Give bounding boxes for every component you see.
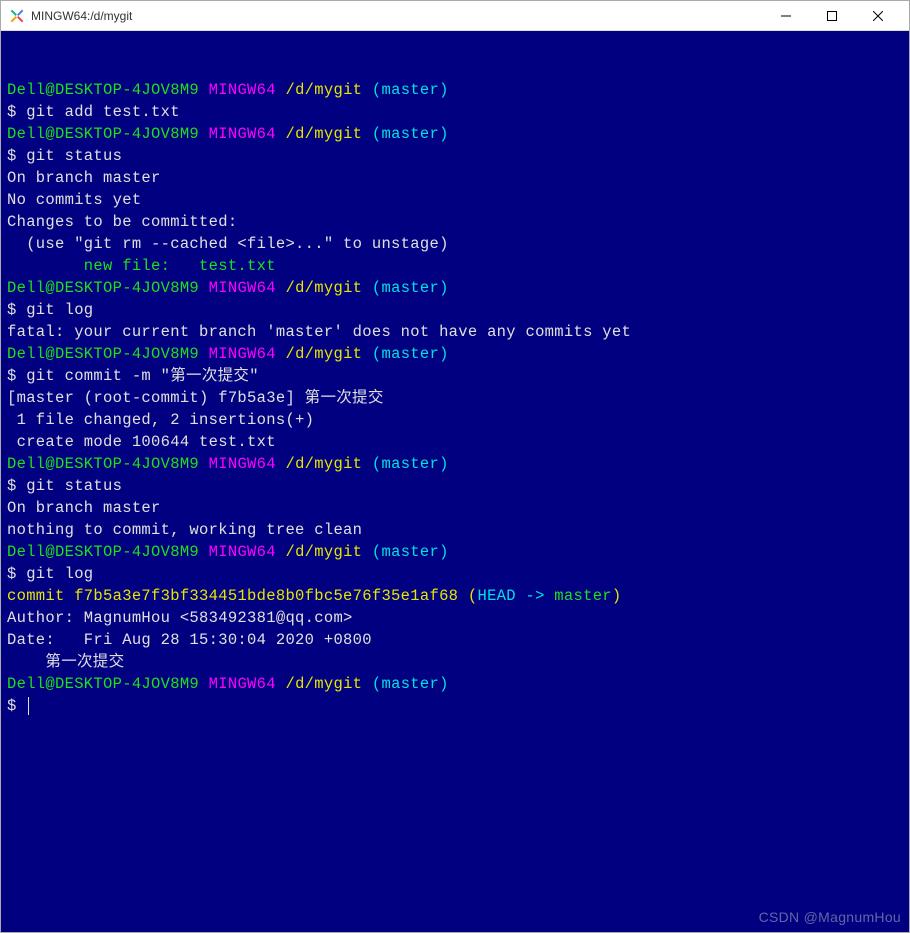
prompt-line: Dell@DESKTOP-4JOV8M9 MINGW64 /d/mygit (m… — [7, 541, 903, 563]
gitlog-msg-line: 第一次提交 — [7, 651, 903, 673]
command-line: $ git commit -m "第一次提交" — [7, 365, 903, 387]
prompt-line: Dell@DESKTOP-4JOV8M9 MINGW64 /d/mygit (m… — [7, 79, 903, 101]
prompt-line: Dell@DESKTOP-4JOV8M9 MINGW64 /d/mygit (m… — [7, 343, 903, 365]
titlebar[interactable]: MINGW64:/d/mygit — [1, 1, 909, 31]
terminal-area[interactable]: Dell@DESKTOP-4JOV8M9 MINGW64 /d/mygit (m… — [1, 31, 909, 932]
output-line: (use "git rm --cached <file>..." to unst… — [7, 233, 903, 255]
gitlog-author-line: Author: MagnumHou <583492381@qq.com> — [7, 607, 903, 629]
output-line: nothing to commit, working tree clean — [7, 519, 903, 541]
command-line: $ git log — [7, 563, 903, 585]
output-line: Changes to be committed: — [7, 211, 903, 233]
app-window: MINGW64:/d/mygit Dell@DESKTOP-4JOV8M9 MI… — [0, 0, 910, 933]
output-line: No commits yet — [7, 189, 903, 211]
app-icon — [9, 8, 25, 24]
window-controls — [763, 1, 901, 31]
gitlog-date-line: Date: Fri Aug 28 15:30:04 2020 +0800 — [7, 629, 903, 651]
maximize-button[interactable] — [809, 1, 855, 31]
close-button[interactable] — [855, 1, 901, 31]
output-line: fatal: your current branch 'master' does… — [7, 321, 903, 343]
command-line: $ — [7, 695, 903, 717]
command-line: $ git add test.txt — [7, 101, 903, 123]
output-line: On branch master — [7, 167, 903, 189]
prompt-line: Dell@DESKTOP-4JOV8M9 MINGW64 /d/mygit (m… — [7, 277, 903, 299]
window-title: MINGW64:/d/mygit — [31, 9, 763, 23]
prompt-line: Dell@DESKTOP-4JOV8M9 MINGW64 /d/mygit (m… — [7, 123, 903, 145]
output-line: create mode 100644 test.txt — [7, 431, 903, 453]
output-line: 1 file changed, 2 insertions(+) — [7, 409, 903, 431]
watermark: CSDN @MagnumHou — [759, 906, 901, 928]
prompt-line: Dell@DESKTOP-4JOV8M9 MINGW64 /d/mygit (m… — [7, 673, 903, 695]
output-line: On branch master — [7, 497, 903, 519]
cursor — [28, 697, 29, 715]
output-line: [master (root-commit) f7b5a3e] 第一次提交 — [7, 387, 903, 409]
minimize-button[interactable] — [763, 1, 809, 31]
output-line: new file: test.txt — [7, 255, 903, 277]
command-line: $ git status — [7, 145, 903, 167]
command-line: $ git status — [7, 475, 903, 497]
gitlog-commit-line: commit f7b5a3e7f3bf334451bde8b0fbc5e76f3… — [7, 585, 903, 607]
prompt-line: Dell@DESKTOP-4JOV8M9 MINGW64 /d/mygit (m… — [7, 453, 903, 475]
command-line: $ git log — [7, 299, 903, 321]
